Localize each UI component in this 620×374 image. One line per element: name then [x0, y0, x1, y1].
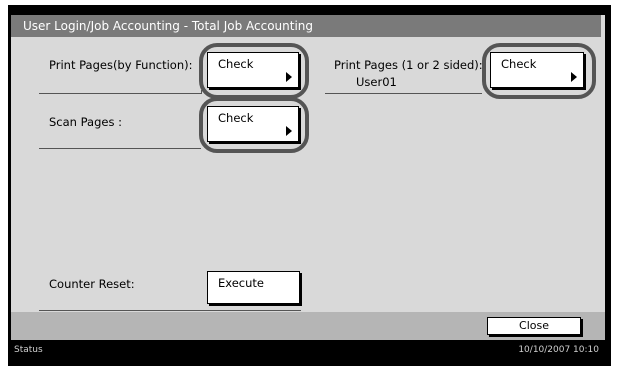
counter-reset-execute-button[interactable]: Execute — [207, 271, 300, 304]
main-panel: User Login/Job Accounting - Total Job Ac… — [11, 15, 605, 360]
highlight-ring — [199, 97, 309, 153]
user-name: User01 — [356, 75, 397, 89]
divider — [39, 310, 301, 311]
close-button[interactable]: Close — [487, 317, 581, 335]
counter-reset-label: Counter Reset: — [49, 277, 135, 291]
screen-frame: User Login/Job Accounting - Total Job Ac… — [8, 5, 611, 366]
execute-button-label: Execute — [218, 276, 264, 290]
bottom-bar: Close — [11, 312, 605, 340]
print-pages-function-label: Print Pages(by Function): — [49, 58, 193, 72]
status-label[interactable]: Status — [14, 345, 43, 355]
status-bar: Status 10/10/2007 10:10 — [11, 340, 605, 360]
divider — [325, 93, 482, 94]
highlight-ring — [199, 43, 309, 99]
print-pages-sided-label: Print Pages (1 or 2 sided): — [334, 58, 483, 72]
divider — [39, 148, 201, 149]
divider — [201, 90, 202, 94]
divider — [39, 93, 201, 94]
highlight-ring — [482, 43, 596, 99]
date-time: 10/10/2007 10:10 — [518, 345, 599, 355]
scan-pages-label: Scan Pages : — [49, 115, 122, 129]
page-title: User Login/Job Accounting - Total Job Ac… — [11, 15, 601, 37]
